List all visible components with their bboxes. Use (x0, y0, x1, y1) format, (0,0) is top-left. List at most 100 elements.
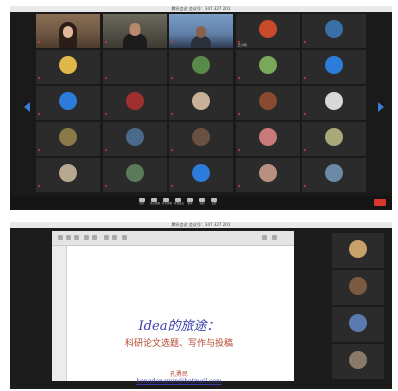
print-icon[interactable] (74, 235, 79, 240)
participant-tile[interactable] (235, 50, 300, 84)
avatar (192, 128, 210, 147)
title-bar: 腾讯会议 会议号：347 327 201 (10, 6, 392, 12)
participant-tile[interactable] (102, 14, 167, 48)
participant-tile[interactable] (302, 122, 366, 156)
side-participant-tile[interactable] (332, 344, 384, 379)
end-meeting-button[interactable] (374, 199, 386, 206)
next-page-arrow-icon[interactable] (378, 102, 384, 112)
mic-muted-icon (38, 41, 40, 43)
meeting-gallery-screenshot: 腾讯会议 会议号：347 327 201 王小明 静音 开启视频 共享屏幕 管理成员聊… (10, 6, 392, 210)
avatar (325, 56, 343, 75)
toolbar-label: 设置 (211, 202, 217, 205)
mic-muted-icon (237, 77, 240, 79)
participant-tile[interactable] (102, 158, 167, 192)
prev-page-arrow-icon[interactable] (24, 102, 30, 112)
search-icon[interactable] (262, 235, 267, 240)
side-participant-tile[interactable] (332, 307, 384, 342)
avatar (349, 350, 367, 369)
toolbar-label: 共享屏幕 (162, 202, 173, 205)
participant-tile[interactable] (169, 122, 233, 156)
avatar (258, 56, 277, 75)
toolbar-button[interactable]: 共享屏幕 (162, 198, 173, 205)
toolbar-label: 开启视频 (150, 202, 161, 205)
window-title: 腾讯会议 会议号：347 327 201 (171, 6, 231, 11)
participant-tile[interactable] (169, 50, 233, 84)
mic-muted-icon (304, 185, 306, 187)
toolbar-button[interactable]: 设置 (210, 198, 218, 205)
participant-tile[interactable] (36, 50, 100, 84)
participant-tile[interactable]: 王小明 (235, 14, 300, 48)
participant-tile[interactable] (235, 158, 300, 192)
screen-share-screenshot: 腾讯会议 会议号：347 327 201 Idea的旅途： 科研论文选题、写作与… (10, 222, 392, 389)
participant-tile[interactable] (302, 86, 366, 120)
slide-title: Idea的旅途： (138, 319, 220, 334)
participant-tile[interactable] (36, 86, 100, 120)
avatar (325, 20, 343, 39)
toolbar-button[interactable]: 录制 (198, 198, 206, 205)
slide-email: kongdongmin@hotmail.com (136, 378, 222, 385)
mic-muted-icon (104, 113, 107, 115)
participant-tile[interactable] (169, 14, 233, 48)
avatar (192, 56, 210, 75)
slide-subtitle: 科研论文选题、写作与投稿 (124, 339, 233, 349)
participant-tile[interactable] (302, 14, 366, 48)
avatar (125, 128, 144, 147)
toolbar-button[interactable]: 静音 (138, 198, 146, 205)
avatar (258, 20, 277, 39)
mic-muted-icon (38, 149, 40, 151)
participant-tile[interactable] (36, 158, 100, 192)
toolbar-label: 管理成员 (174, 202, 185, 205)
zoom-in-icon[interactable] (104, 235, 109, 240)
mic-muted-icon (171, 41, 173, 43)
participant-tile[interactable] (235, 122, 300, 156)
mic-muted-icon (38, 185, 40, 187)
hand-tool-icon[interactable] (122, 235, 127, 240)
participant-tile[interactable] (302, 158, 366, 192)
side-participant-tile[interactable] (332, 233, 384, 268)
toolbar-button[interactable]: 开启视频 (150, 198, 161, 205)
zoom-out-icon[interactable] (112, 235, 117, 240)
document-sidebar (52, 246, 67, 381)
participant-tile[interactable] (102, 50, 167, 84)
mic-muted-icon (171, 185, 173, 187)
avatar (258, 92, 277, 111)
side-participant-tile[interactable] (332, 270, 384, 305)
file-icon[interactable] (58, 235, 63, 240)
participant-name: 王小明 (237, 43, 247, 47)
avatar (59, 128, 77, 147)
forward-icon[interactable] (92, 235, 97, 240)
mic-muted-icon (104, 149, 107, 151)
participant-tile[interactable] (102, 122, 167, 156)
mic-muted-icon (104, 77, 107, 79)
participant-face (63, 26, 73, 38)
avatar (325, 128, 343, 147)
toolbar-label: 静音 (139, 202, 145, 205)
mic-muted-icon (104, 185, 107, 187)
menu-icon[interactable] (272, 235, 277, 240)
mic-muted-icon (171, 113, 173, 115)
participant-tile[interactable] (102, 86, 167, 120)
avatar (258, 164, 277, 183)
back-icon[interactable] (84, 235, 89, 240)
participant-face (129, 23, 140, 36)
participant-video (122, 34, 147, 48)
toolbar-button[interactable]: 管理成员 (174, 198, 185, 205)
mic-muted-icon (104, 41, 107, 43)
participant-tile[interactable] (235, 86, 300, 120)
document-toolbar (52, 231, 294, 246)
avatar (349, 239, 367, 258)
avatar (258, 128, 277, 147)
toolbar-button[interactable]: 聊天 (186, 198, 194, 205)
mic-muted-icon (38, 113, 40, 115)
mic-muted-icon (304, 41, 306, 43)
avatar (349, 313, 367, 332)
participant-tile[interactable] (169, 158, 233, 192)
participant-tile[interactable] (36, 14, 100, 48)
participant-tile[interactable] (36, 122, 100, 156)
mic-muted-icon (171, 149, 173, 151)
participant-tile[interactable] (169, 86, 233, 120)
save-icon[interactable] (66, 235, 71, 240)
avatar (192, 92, 210, 111)
participant-tile[interactable] (302, 50, 366, 84)
mic-muted-icon (237, 185, 240, 187)
